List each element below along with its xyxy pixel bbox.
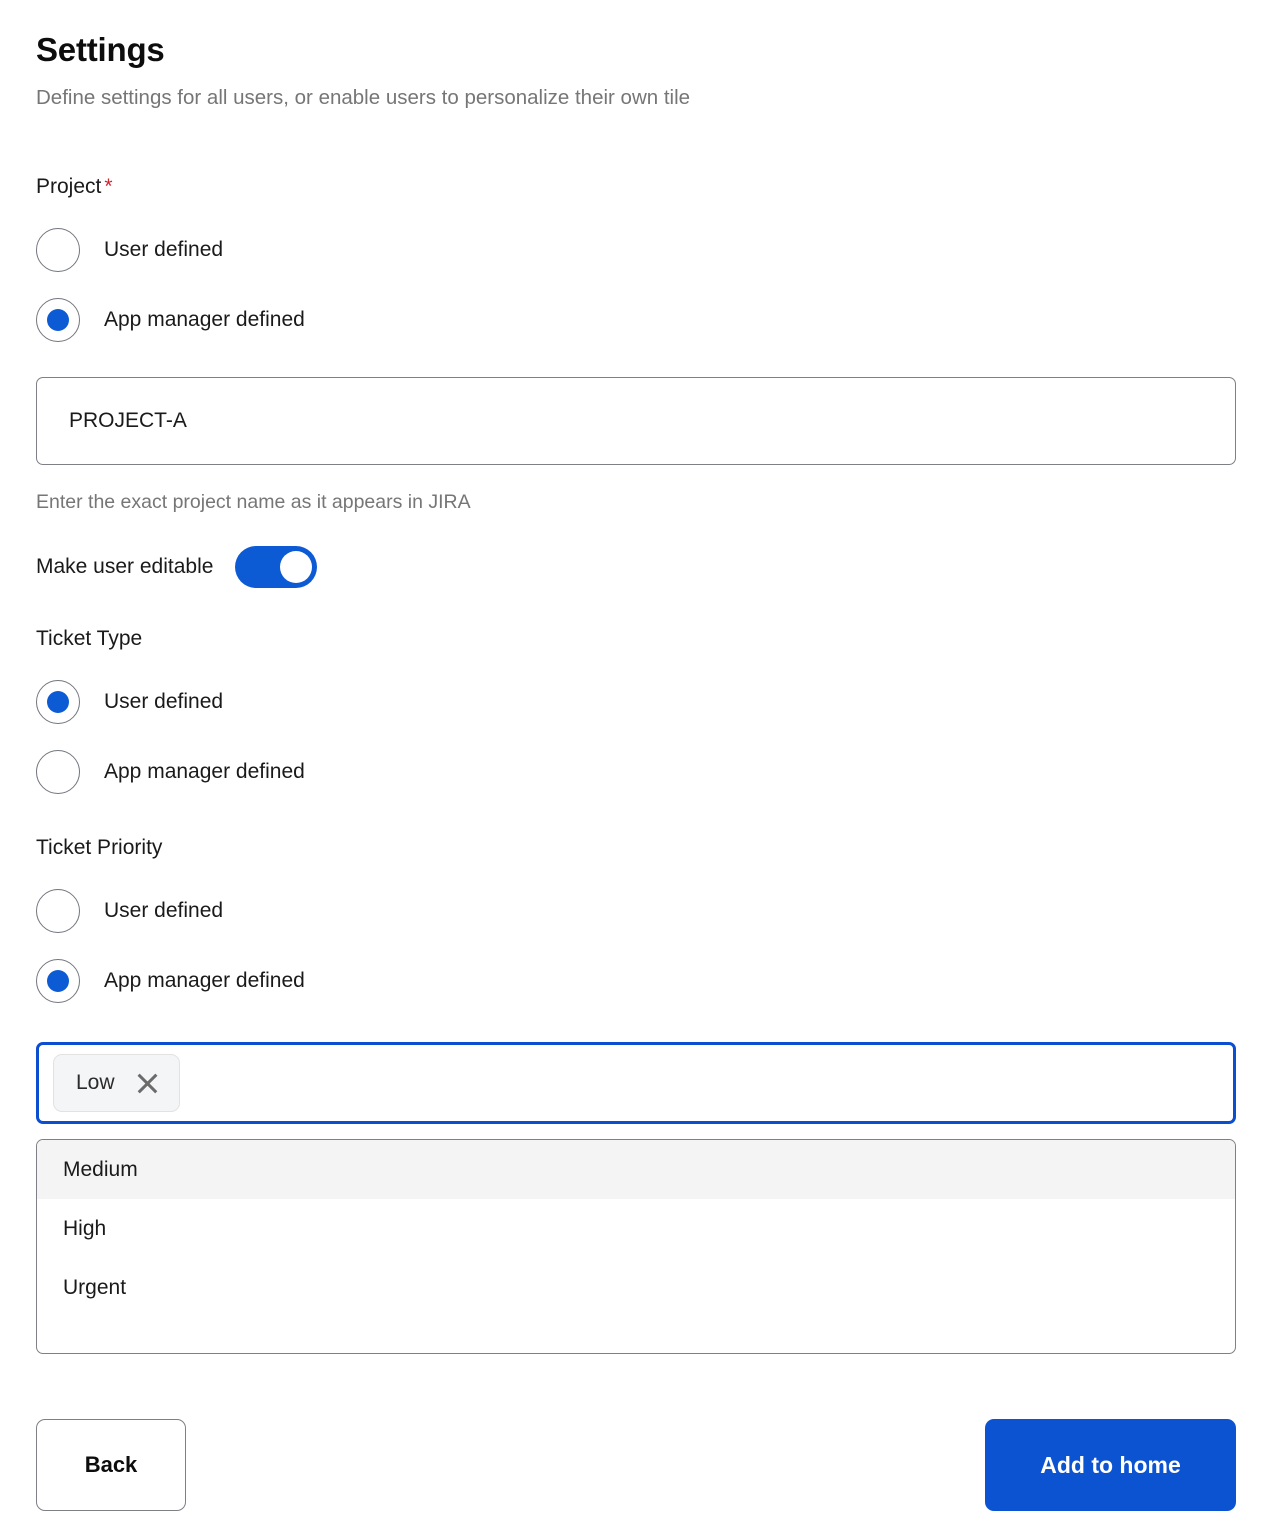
page-subtitle: Define settings for all users, or enable…: [36, 86, 691, 109]
radio-label: App manager defined: [104, 969, 305, 992]
selected-chip[interactable]: Low: [53, 1054, 180, 1112]
settings-page: Settings Define settings for all users, …: [0, 0, 1262, 1534]
ticket-priority-radio-app-manager-defined[interactable]: App manager defined: [36, 959, 305, 1003]
toggle-knob: [280, 551, 313, 583]
radio-icon[interactable]: [36, 750, 80, 794]
chip-label: Low: [76, 1071, 115, 1094]
radio-label: User defined: [104, 238, 224, 261]
make-user-editable-row[interactable]: Make user editable: [36, 545, 318, 589]
radio-icon-selected[interactable]: [36, 298, 80, 342]
required-asterisk: *: [104, 175, 113, 198]
radio-label: User defined: [104, 899, 224, 922]
radio-icon[interactable]: [36, 228, 80, 272]
radio-label: App manager defined: [104, 760, 305, 783]
ticket-type-radio-app-manager-defined[interactable]: App manager defined: [36, 750, 305, 794]
dropdown-option-high[interactable]: High: [37, 1199, 1235, 1258]
close-icon[interactable]: [135, 1070, 161, 1096]
page-title: Settings: [36, 31, 165, 68]
back-button[interactable]: Back: [36, 1419, 186, 1511]
radio-icon-selected[interactable]: [36, 959, 80, 1003]
radio-label: User defined: [104, 690, 224, 713]
project-field-label: Project *: [36, 173, 113, 201]
dropdown-option-urgent[interactable]: Urgent: [37, 1258, 1235, 1317]
project-radio-app-manager-defined[interactable]: App manager defined: [36, 298, 305, 342]
project-name-input[interactable]: [36, 377, 1236, 465]
radio-icon-selected[interactable]: [36, 680, 80, 724]
make-user-editable-toggle[interactable]: [235, 546, 318, 588]
ticket-priority-label: Ticket Priority: [36, 836, 163, 859]
project-label-text: Project: [36, 175, 102, 198]
toggle-label: Make user editable: [36, 555, 214, 578]
project-radio-user-defined[interactable]: User defined: [36, 228, 223, 272]
project-helper-text: Enter the exact project name as it appea…: [36, 491, 471, 513]
radio-label: App manager defined: [104, 308, 305, 331]
ticket-type-label: Ticket Type: [36, 627, 143, 650]
ticket-priority-radio-user-defined[interactable]: User defined: [36, 889, 223, 933]
ticket-priority-multiselect[interactable]: Low: [36, 1042, 1236, 1124]
add-to-home-button[interactable]: Add to home: [985, 1419, 1236, 1511]
radio-icon[interactable]: [36, 889, 80, 933]
ticket-priority-dropdown: Medium High Urgent: [36, 1139, 1236, 1354]
dropdown-option-medium[interactable]: Medium: [37, 1140, 1235, 1199]
ticket-type-radio-user-defined[interactable]: User defined: [36, 680, 223, 724]
